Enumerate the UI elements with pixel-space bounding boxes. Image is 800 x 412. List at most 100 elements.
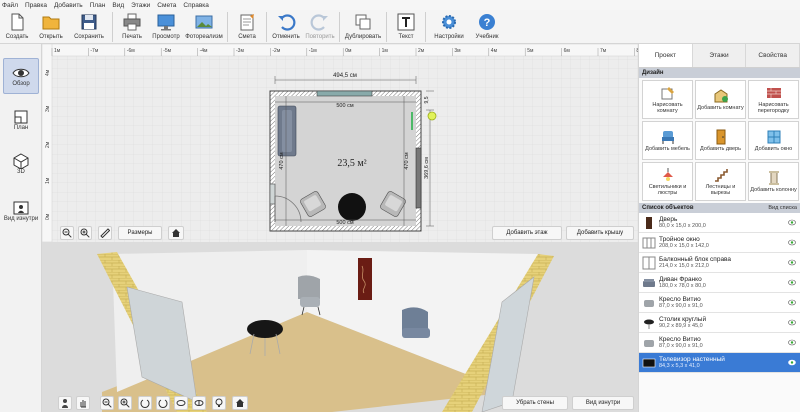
estimate-button[interactable]: Смета [230,10,264,44]
hand-icon [80,400,86,408]
add-room-tile[interactable]: Добавить комнату [695,80,746,119]
menu-plan[interactable]: План [90,2,106,9]
menu-estimate[interactable]: Смета [157,2,176,9]
estimate-label: Смета [238,34,256,40]
add-furniture-tile[interactable]: Добавить мебель [642,121,693,160]
open-button[interactable]: Открыть [34,10,68,44]
3d-scene[interactable] [42,242,638,412]
text-button[interactable]: Текст [389,10,423,44]
add-window-tile[interactable]: Добавить окно [748,121,799,160]
photoreal-button[interactable]: Фотореализм [183,10,225,44]
floor-plan-view[interactable]: 1м-7м-6м-5м-4м-3м-2м-1м0м1м2м3м4м5м6м7м8… [42,44,638,242]
tab-properties[interactable]: Свойства [746,44,800,67]
3d-home-button[interactable] [232,396,248,410]
overview-mode-button[interactable]: Обзор [3,58,39,94]
top-window[interactable] [316,90,373,97]
left-window[interactable] [269,183,276,205]
undo-button[interactable]: Отменить [269,10,303,44]
add-floor-button[interactable]: Добавить этаж [492,226,562,240]
draw-partition-tile[interactable]: Нарисовать перегородку [748,80,799,119]
text-icon [397,13,415,31]
tilt-up-button[interactable] [174,396,188,410]
settings-button[interactable]: Настройки [428,10,470,44]
object-dims: 208,0 x 15,0 x 142,0 [659,243,709,249]
armchair-icon [644,299,654,307]
visibility-eye-icon[interactable] [788,319,796,326]
undo-label: Отменить [272,34,300,40]
view-list-toggle[interactable]: Вид списка [768,205,797,211]
list-item-selected[interactable]: Телевизор настенный 84,3 x 5,3 x 41,0 [639,353,800,373]
3d-mode-button[interactable]: 3D [3,146,39,182]
visibility-eye-icon[interactable] [788,279,796,286]
ruler-tool-button[interactable] [98,226,112,240]
visibility-eye-icon[interactable] [788,359,796,366]
sizes-button[interactable]: Размеры [118,226,162,240]
tab-floors[interactable]: Этажи [692,44,747,67]
visibility-eye-icon[interactable] [788,219,796,226]
menu-file[interactable]: Файл [2,2,18,9]
selection-handle[interactable] [427,111,437,121]
3d-view[interactable]: Убрать стены Вид изнутри [42,242,638,412]
3d-zoom-out-button[interactable] [100,396,114,410]
stairs-tile[interactable]: Лестницы и вырезы [695,162,746,201]
add-door-tile[interactable]: Добавить дверь [695,121,746,160]
plan-mode-button[interactable]: План [3,102,39,138]
photo-icon [195,15,213,29]
inside-view-button[interactable]: Вид изнутри [572,396,634,410]
lamps-tile[interactable]: Светильники и люстры [642,162,693,201]
list-item[interactable]: Кресло Витио 87,0 x 90,0 x 91,0 [639,333,800,353]
tab-project[interactable]: Проект [639,44,693,67]
3d-view-tool-1[interactable] [58,396,72,410]
tv-icon [642,358,656,367]
list-item[interactable]: Кресло Витио 87,0 x 90,0 x 91,0 [639,293,800,313]
visibility-eye-icon[interactable] [788,299,796,306]
balcony-block-icon [642,256,656,269]
floor-plan-canvas[interactable]: 1м-7м-6м-5м-4м-3м-2м-1м0м1м2м3м4м5м6м7м8… [42,44,638,242]
list-item[interactable]: Столик круглый 90,2 x 89,9 x 45,0 [639,313,800,333]
visibility-eye-icon[interactable] [788,259,796,266]
menu-view[interactable]: Вид [112,2,124,9]
menu-help[interactable]: Справка [183,2,209,9]
zoom-out-icon [62,228,72,238]
add-roof-label: Добавить крышу [576,230,624,236]
folder-icon [42,16,60,30]
3d-zoom-in-button[interactable] [118,396,132,410]
draw-room-tile[interactable]: Нарисовать комнату [642,80,693,119]
balcony-door[interactable] [415,147,422,209]
zoom-in-button[interactable] [78,226,92,240]
menu-floors[interactable]: Этажи [131,2,150,9]
tilt-down-icon [194,400,204,406]
preview-button[interactable]: Просмотр [149,10,183,44]
pan-button[interactable] [76,396,90,410]
round-table[interactable] [338,193,366,221]
add-column-tile[interactable]: Добавить колонну [748,162,799,201]
zoom-out-button[interactable] [60,226,74,240]
list-item[interactable]: Дверь 80,0 x 15,0 x 200,0 [639,213,800,233]
stairs-label: Лестницы и вырезы [705,184,736,196]
armchair-icon [644,339,654,347]
rotate-left-button[interactable] [138,396,152,410]
list-item[interactable]: Диван Франко 180,0 x 78,0 x 80,0 [639,273,800,293]
rotate-right-button[interactable] [156,396,170,410]
tilt-down-button[interactable] [192,396,206,410]
create-button[interactable]: Создать [0,10,34,44]
duplicate-button[interactable]: Дублировать [342,10,384,44]
menu-edit[interactable]: Правка [25,2,47,9]
add-roof-button[interactable]: Добавить крышу [566,226,634,240]
print-button[interactable]: Печать [115,10,149,44]
save-button[interactable]: Сохранить [68,10,110,44]
light-button[interactable] [212,396,226,410]
home-button[interactable] [168,226,184,240]
redo-button[interactable]: Повторить [303,10,337,44]
visibility-eye-icon[interactable] [788,239,796,246]
remove-walls-button[interactable]: Убрать стены [502,396,568,410]
menu-add[interactable]: Добавить [54,2,83,9]
object-dims: 180,0 x 78,0 x 80,0 [659,283,706,289]
list-item[interactable]: Тройное окно 208,0 x 15,0 x 142,0 [639,233,800,253]
dim-right-outer: 369,6 см [424,157,430,179]
visibility-eye-icon[interactable] [788,339,796,346]
inside-view-mode-button[interactable]: Вид изнутри [3,190,39,232]
tutorial-button[interactable]: ? Учебник [470,10,504,44]
sofa[interactable] [277,105,297,157]
list-item[interactable]: Балконный блок справа 214,0 x 15,0 x 212,… [639,253,800,273]
